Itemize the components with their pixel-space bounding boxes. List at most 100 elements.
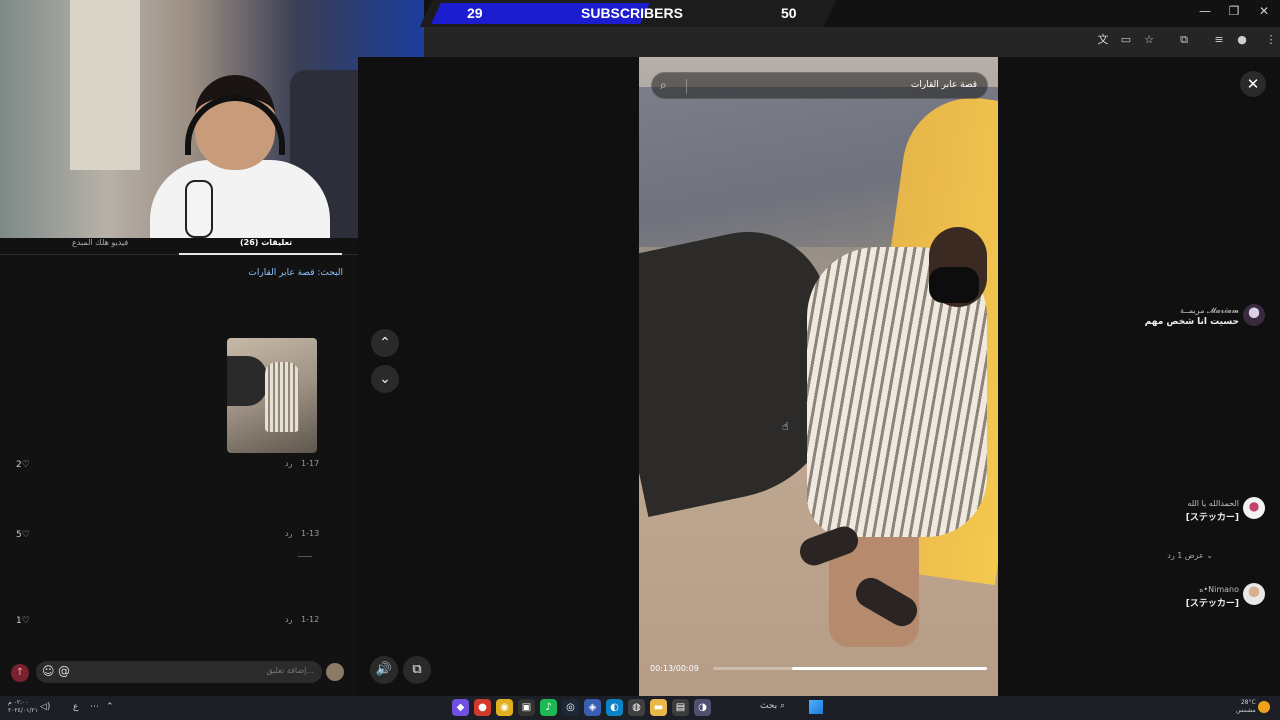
app-icon[interactable]: ▣	[518, 699, 535, 716]
volume-button[interactable]: 🔊	[370, 656, 398, 684]
chevron-up-icon: ⌃	[379, 335, 391, 351]
microphone	[185, 180, 213, 238]
comment-text: [ステッカー]	[1185, 513, 1239, 523]
streamer-body	[150, 160, 330, 238]
weather-desc: مشمس	[1236, 707, 1256, 714]
video-time: 00:13/00:09	[650, 664, 699, 673]
tab-comments[interactable]: (26) تعليقات	[240, 238, 292, 247]
profile-icon[interactable]: ●	[1235, 33, 1249, 47]
comment-image[interactable]	[227, 338, 317, 453]
taskbar-search[interactable]: بحث ⌕	[760, 701, 785, 711]
thumb-figure	[265, 362, 299, 432]
window-close-button[interactable]: ✕	[1249, 4, 1279, 18]
comment-search-label[interactable]: البحث: قصة عابر القارات	[248, 268, 343, 278]
taskbar: ٠٢:٠٠ م ٢٠٢٤/٠١/٢١ ◁) ع ⋯ ⌃ ◆ ● ◉ ▣ ♪ ◎ …	[0, 696, 1280, 720]
minimize-button[interactable]: —	[1190, 4, 1220, 18]
video-progress-fill	[792, 667, 987, 670]
screen: 29 SUBSCRIBERS 50 — ❐ ✕ 文 ▭ ☆ ⧉ ≡ ● ⋮ في…	[0, 0, 1280, 720]
cast-icon[interactable]: ▭	[1119, 33, 1133, 47]
like-count[interactable]: 5♡	[16, 530, 30, 540]
weather-temp: 28°C	[1240, 699, 1256, 706]
like-count[interactable]: 2♡	[16, 460, 30, 470]
search-label: بحث	[760, 701, 778, 711]
tab-creator-videos[interactable]: فيديو هلك المبدع	[72, 238, 128, 247]
search-icon[interactable]: ⌕	[660, 78, 667, 93]
app-icon[interactable]: ◆	[452, 699, 469, 716]
heart-icon: ♡	[21, 616, 30, 626]
spotify-icon[interactable]: ♪	[540, 699, 557, 716]
star-icon[interactable]: ☆	[1142, 33, 1156, 47]
next-video-button[interactable]: ⌄	[371, 365, 399, 393]
replies-divider	[298, 556, 312, 557]
emoji-icon[interactable]: ☺	[42, 664, 55, 678]
commenter-name[interactable]: 𝓜𝓪𝓻𝓲𝓪𝓶 مريمــة	[1180, 306, 1239, 316]
commenter-avatar[interactable]	[1243, 304, 1265, 326]
view-replies-label: عرض 1 رد	[1167, 551, 1204, 560]
user-avatar[interactable]	[326, 663, 344, 681]
edge-icon[interactable]: ◐	[606, 699, 623, 716]
pip-icon: ⧉	[412, 662, 422, 677]
file-explorer-icon[interactable]: ▬	[650, 699, 667, 716]
comment-text: [ステッカー]	[1185, 599, 1239, 609]
heart-icon: ♡	[21, 460, 30, 470]
view-replies-button[interactable]: عرض 1 رد ⌄	[1167, 551, 1213, 560]
steam-icon[interactable]: ◎	[562, 699, 579, 716]
app-icon[interactable]: ▤	[672, 699, 689, 716]
search-divider	[686, 79, 687, 94]
restore-button[interactable]: ❐	[1219, 4, 1249, 18]
taskbar-clock[interactable]: ٠٢:٠٠ م ٢٠٢٤/٠١/٢١	[8, 699, 38, 715]
webcam-background-door	[70, 0, 140, 170]
extensions-icon[interactable]: ⧉	[1177, 33, 1191, 47]
video-player[interactable]	[639, 57, 998, 696]
video-face-mask	[929, 267, 979, 303]
close-viewer-button[interactable]: ✕	[1240, 71, 1266, 97]
app-icon[interactable]: ◈	[584, 699, 601, 716]
mouse-cursor-icon: ☝	[782, 420, 789, 433]
language-indicator[interactable]: ع	[73, 702, 78, 712]
search-icon: ⌕	[780, 701, 786, 711]
app-icon[interactable]: ◍	[628, 699, 645, 716]
comment-text: حسيت انا شخص مهم	[1144, 317, 1239, 327]
taskbar-apps: ◆ ● ◉ ▣ ♪ ◎ ◈ ◐ ◍ ▬ ▤ ◑	[452, 699, 711, 716]
like-count[interactable]: 1♡	[16, 616, 30, 626]
tray-dots-icon[interactable]: ⋯	[90, 702, 99, 712]
chrome-icon[interactable]: ◉	[496, 699, 513, 716]
volume-icon: 🔊	[375, 662, 393, 677]
commenter-name[interactable]: Nimano•ه	[1199, 585, 1239, 594]
menu-icon[interactable]: ⋮	[1264, 33, 1278, 47]
comment-placeholder: إضافة تعليق...	[266, 666, 314, 675]
video-progress-bar[interactable]	[713, 667, 987, 670]
subscriber-count: 29	[467, 5, 483, 21]
comments-tabs: فيديو هلك المبدع (26) تعليقات	[0, 238, 358, 254]
heart-icon: ♡	[21, 530, 30, 540]
commenter-avatar[interactable]	[1243, 583, 1265, 605]
browser-tool-icons: 文 ▭ ☆ ⧉ ≡ ● ⋮	[1096, 33, 1278, 47]
weather-widget[interactable]: 28°C مشمس	[1236, 699, 1256, 715]
mention-icon[interactable]: @	[58, 664, 70, 678]
sun-icon	[1258, 701, 1270, 713]
comment-input[interactable]: ☺ @ إضافة تعليق...	[36, 661, 322, 683]
picture-in-picture-button[interactable]: ⧉	[403, 656, 431, 684]
translate-icon[interactable]: 文	[1096, 33, 1110, 47]
send-comment-button[interactable]: ↑	[11, 664, 29, 682]
subscriber-goal: 50	[781, 5, 797, 21]
commenter-avatar[interactable]	[1243, 497, 1265, 519]
commenter-name[interactable]: الحمدالله يا الله	[1187, 499, 1239, 508]
tray-expand-icon[interactable]: ⌃	[106, 702, 114, 712]
close-icon: ✕	[1246, 75, 1260, 93]
tab-search-icon[interactable]: ≡	[1212, 33, 1226, 47]
previous-video-button[interactable]: ⌃	[371, 329, 399, 357]
app-icon[interactable]: ●	[474, 699, 491, 716]
clock-time: ٠٢:٠٠ م	[8, 699, 29, 706]
start-button[interactable]	[809, 700, 823, 714]
video-search-bar[interactable]: ⌕ قصة عابر القارات	[651, 72, 988, 99]
app-icon[interactable]: ◑	[694, 699, 711, 716]
active-tab-indicator	[179, 253, 342, 255]
clock-date: ٢٠٢٤/٠١/٢١	[8, 707, 38, 714]
volume-tray-icon[interactable]: ◁)	[40, 702, 50, 712]
thumb-shadow	[227, 356, 267, 406]
chevron-down-icon: ⌄	[379, 371, 391, 387]
chevron-down-icon: ⌄	[1206, 551, 1213, 560]
subscriber-label: SUBSCRIBERS	[581, 5, 683, 21]
video-search-text: قصة عابر القارات	[910, 80, 977, 90]
